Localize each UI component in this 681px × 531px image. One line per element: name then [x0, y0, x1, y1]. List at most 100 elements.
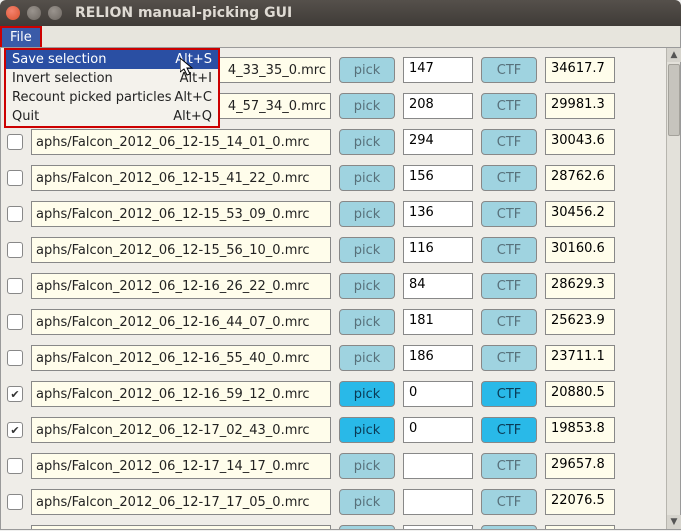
ctf-button[interactable]: CTF: [481, 93, 537, 119]
particle-count-field[interactable]: 186: [403, 345, 473, 371]
pick-button[interactable]: pick: [339, 489, 395, 515]
particle-count-field[interactable]: [403, 525, 473, 529]
ctf-value-field[interactable]: 20880.5: [545, 381, 615, 407]
particle-count-field[interactable]: 294: [403, 129, 473, 155]
pick-button[interactable]: pick: [339, 273, 395, 299]
table-row: aphs/Falcon_2012_06_12-17_02_43_0.mrc pic…: [1, 412, 666, 448]
row-checkbox[interactable]: [7, 314, 23, 330]
particle-count-field[interactable]: 0: [403, 381, 473, 407]
filename-field[interactable]: aphs/Falcon_2012_06_12-16_55_40_0.mrc: [31, 345, 331, 371]
ctf-value-field[interactable]: 23243: [545, 525, 615, 529]
ctf-value-field[interactable]: 30043.6: [545, 129, 615, 155]
particle-count-field[interactable]: [403, 453, 473, 479]
particle-count-field[interactable]: 136: [403, 201, 473, 227]
particle-count-field[interactable]: 0: [403, 417, 473, 443]
window-minimize-icon[interactable]: [27, 6, 41, 20]
file-menu-item[interactable]: QuitAlt+Q: [6, 107, 218, 126]
menubar: File: [1, 26, 680, 48]
filename-field[interactable]: aphs/Falcon_2012_06_12-17_02_43_0.mrc: [31, 417, 331, 443]
row-checkbox[interactable]: [7, 458, 23, 474]
table-row: aphs/Falcon_2012_06_12-15_41_22_0.mrc pic…: [1, 160, 666, 196]
filename-field[interactable]: aphs/Falcon_2012_06_12-15_14_01_0.mrc: [31, 129, 331, 155]
table-row: aphs/Falcon_2012_06_12-17_17_05_0.mrc pic…: [1, 484, 666, 520]
ctf-button[interactable]: CTF: [481, 453, 537, 479]
filename-field[interactable]: aphs/Falcon_2012_06_12-16_44_07_0.mrc: [31, 309, 331, 335]
table-row: aphs/Falcon_2012_06_12-15_56_10_0.mrc pic…: [1, 232, 666, 268]
vertical-scrollbar[interactable]: ▲ ▼: [666, 48, 680, 529]
ctf-button[interactable]: CTF: [481, 345, 537, 371]
ctf-value-field[interactable]: 25623.9: [545, 309, 615, 335]
scroll-up-icon[interactable]: ▲: [667, 48, 681, 62]
table-row: aphs/Falcon_2012_06_12-16_55_40_0.mrc pic…: [1, 340, 666, 376]
particle-count-field[interactable]: 181: [403, 309, 473, 335]
filename-field[interactable]: aphs/Falcon_2012_06_12-17_17_05_0.mrc: [31, 489, 331, 515]
ctf-value-field[interactable]: 30456.2: [545, 201, 615, 227]
ctf-value-field[interactable]: 28629.3: [545, 273, 615, 299]
ctf-button[interactable]: CTF: [481, 165, 537, 191]
row-checkbox[interactable]: [7, 242, 23, 258]
ctf-button[interactable]: CTF: [481, 417, 537, 443]
ctf-value-field[interactable]: 34617.7: [545, 57, 615, 83]
particle-count-field[interactable]: 147: [403, 57, 473, 83]
scroll-down-icon[interactable]: ▼: [667, 515, 681, 529]
scrollbar-thumb[interactable]: [668, 64, 680, 136]
particle-count-field[interactable]: 116: [403, 237, 473, 263]
pick-button[interactable]: pick: [339, 129, 395, 155]
ctf-button[interactable]: CTF: [481, 57, 537, 83]
ctf-value-field[interactable]: 29657.8: [545, 453, 615, 479]
ctf-value-field[interactable]: 30160.6: [545, 237, 615, 263]
ctf-button[interactable]: CTF: [481, 309, 537, 335]
file-menu-item[interactable]: Invert selectionAlt+I: [6, 69, 218, 88]
ctf-button[interactable]: CTF: [481, 129, 537, 155]
pick-button[interactable]: pick: [339, 525, 395, 529]
filename-field[interactable]: aphs/Falcon_2012_06_12-15_53_09_0.mrc: [31, 201, 331, 227]
particle-count-field[interactable]: 84: [403, 273, 473, 299]
row-checkbox[interactable]: [7, 350, 23, 366]
row-checkbox[interactable]: [7, 206, 23, 222]
window-close-icon[interactable]: [6, 6, 20, 20]
pick-button[interactable]: pick: [339, 165, 395, 191]
particle-count-field[interactable]: 208: [403, 93, 473, 119]
ctf-value-field[interactable]: 28762.6: [545, 165, 615, 191]
pick-button[interactable]: pick: [339, 201, 395, 227]
ctf-button[interactable]: CTF: [481, 489, 537, 515]
ctf-value-field[interactable]: 19853.8: [545, 417, 615, 443]
file-menu-item[interactable]: Recount picked particlesAlt+C: [6, 88, 218, 107]
row-checkbox[interactable]: [7, 494, 23, 510]
row-checkbox[interactable]: [7, 422, 23, 438]
filename-field[interactable]: aphs/Falcon_2012_06_12-17_23_32_0.mrc: [31, 525, 331, 529]
pick-button[interactable]: pick: [339, 381, 395, 407]
pick-button[interactable]: pick: [339, 57, 395, 83]
filename-field[interactable]: aphs/Falcon_2012_06_12-17_14_17_0.mrc: [31, 453, 331, 479]
ctf-button[interactable]: CTF: [481, 201, 537, 227]
pick-button[interactable]: pick: [339, 93, 395, 119]
filename-field[interactable]: aphs/Falcon_2012_06_12-16_26_22_0.mrc: [31, 273, 331, 299]
row-checkbox[interactable]: [7, 134, 23, 150]
pick-button[interactable]: pick: [339, 237, 395, 263]
filename-field[interactable]: aphs/Falcon_2012_06_12-15_41_22_0.mrc: [31, 165, 331, 191]
filename-field[interactable]: aphs/Falcon_2012_06_12-16_59_12_0.mrc: [31, 381, 331, 407]
table-row: aphs/Falcon_2012_06_12-15_14_01_0.mrc pic…: [1, 124, 666, 160]
row-checkbox[interactable]: [7, 386, 23, 402]
pick-button[interactable]: pick: [339, 453, 395, 479]
ctf-button[interactable]: CTF: [481, 381, 537, 407]
pick-button[interactable]: pick: [339, 345, 395, 371]
ctf-value-field[interactable]: 22076.5: [545, 489, 615, 515]
filename-field[interactable]: aphs/Falcon_2012_06_12-15_56_10_0.mrc: [31, 237, 331, 263]
pick-button[interactable]: pick: [339, 309, 395, 335]
table-row: aphs/Falcon_2012_06_12-16_59_12_0.mrc pic…: [1, 376, 666, 412]
row-checkbox[interactable]: [7, 170, 23, 186]
menu-file[interactable]: File: [0, 26, 42, 47]
ctf-button[interactable]: CTF: [481, 525, 537, 529]
particle-count-field[interactable]: 156: [403, 165, 473, 191]
ctf-button[interactable]: CTF: [481, 273, 537, 299]
window-maximize-icon[interactable]: [48, 6, 62, 20]
ctf-value-field[interactable]: 29981.3: [545, 93, 615, 119]
particle-count-field[interactable]: [403, 489, 473, 515]
ctf-button[interactable]: CTF: [481, 237, 537, 263]
pick-button[interactable]: pick: [339, 417, 395, 443]
file-menu-item[interactable]: Save selectionAlt+S: [6, 50, 218, 69]
row-checkbox[interactable]: [7, 278, 23, 294]
filename-text: 4_33_35_0.mrc: [228, 63, 326, 78]
ctf-value-field[interactable]: 23711.1: [545, 345, 615, 371]
